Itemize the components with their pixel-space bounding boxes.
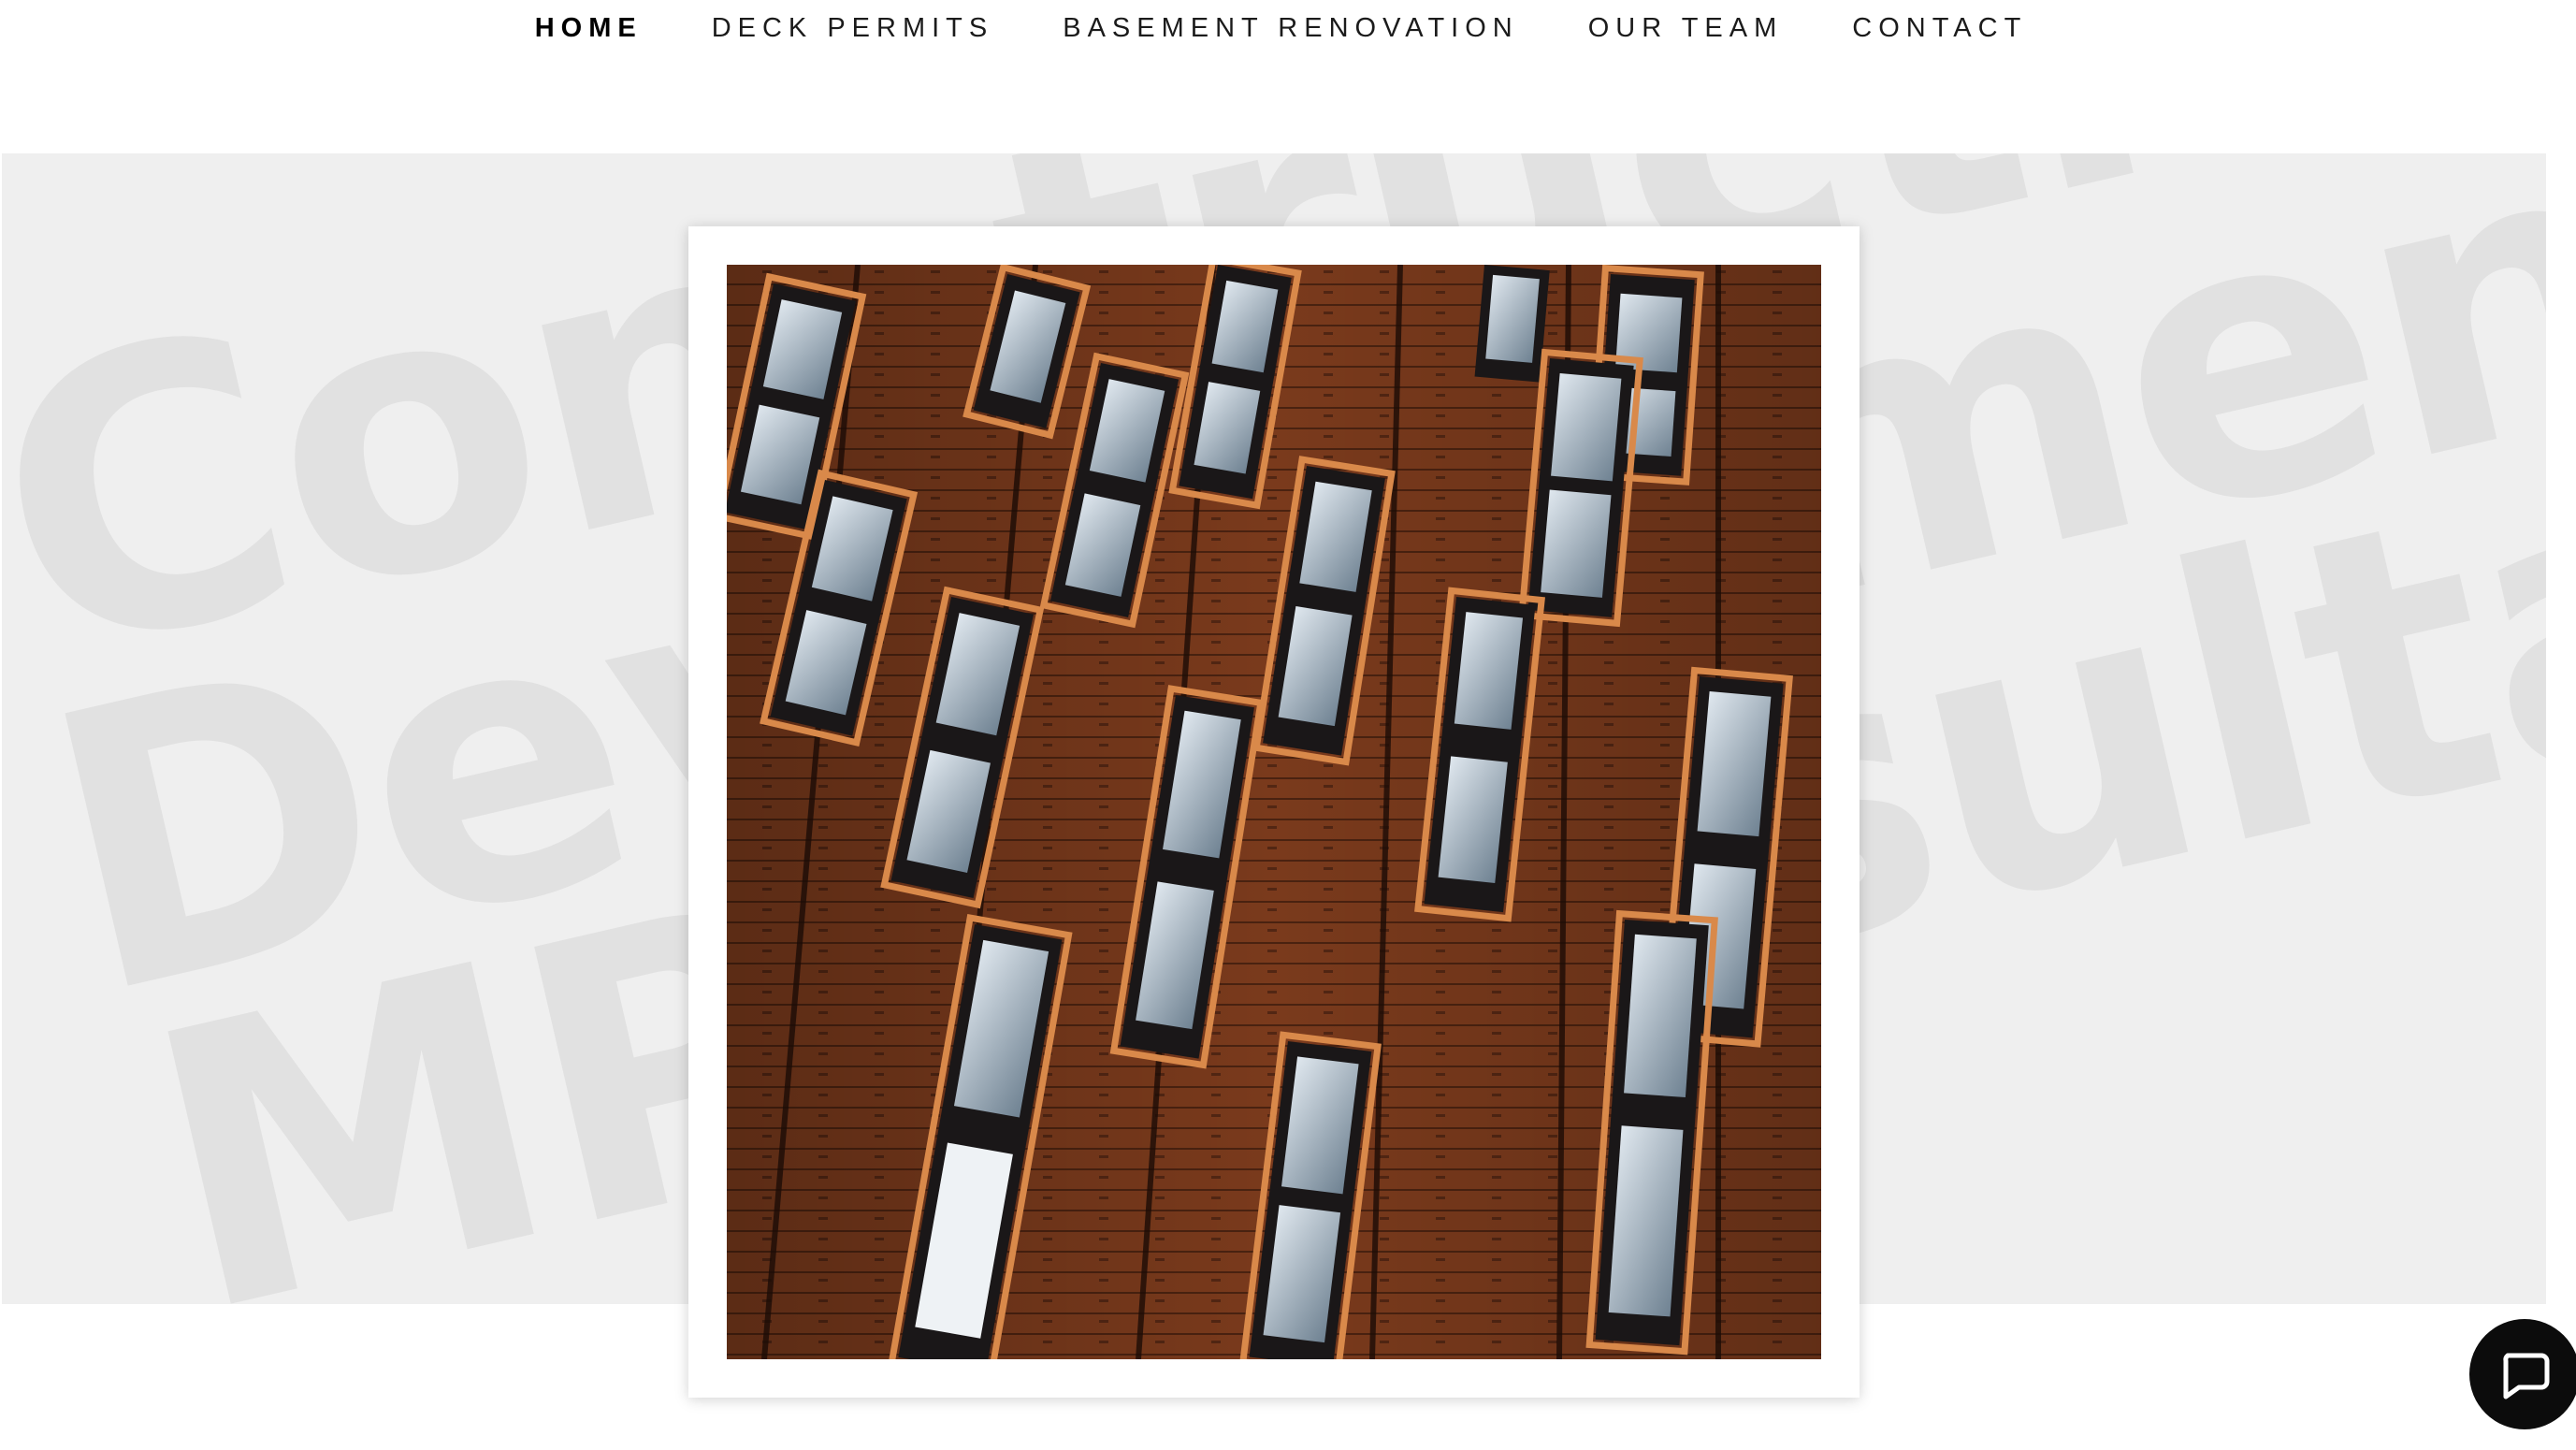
nav-item-contact[interactable]: CONTACT (1852, 13, 2027, 44)
main-navigation: HOME DECK PERMITS BASEMENT RENOVATION OU… (0, 0, 2576, 56)
nav-item-deck-permits[interactable]: DECK PERMITS (712, 13, 994, 44)
nav-item-basement-renovation[interactable]: BASEMENT RENOVATION (1063, 13, 1519, 44)
chat-bubble-icon (2503, 1353, 2550, 1399)
chat-widget-button[interactable] (2469, 1319, 2576, 1429)
nav-list: HOME DECK PERMITS BASEMENT RENOVATION OU… (535, 13, 2028, 44)
hero-image-frame (688, 226, 1860, 1398)
hero-building-image (727, 265, 1821, 1359)
nav-item-our-team[interactable]: OUR TEAM (1588, 13, 1784, 44)
nav-item-home[interactable]: HOME (535, 13, 643, 44)
